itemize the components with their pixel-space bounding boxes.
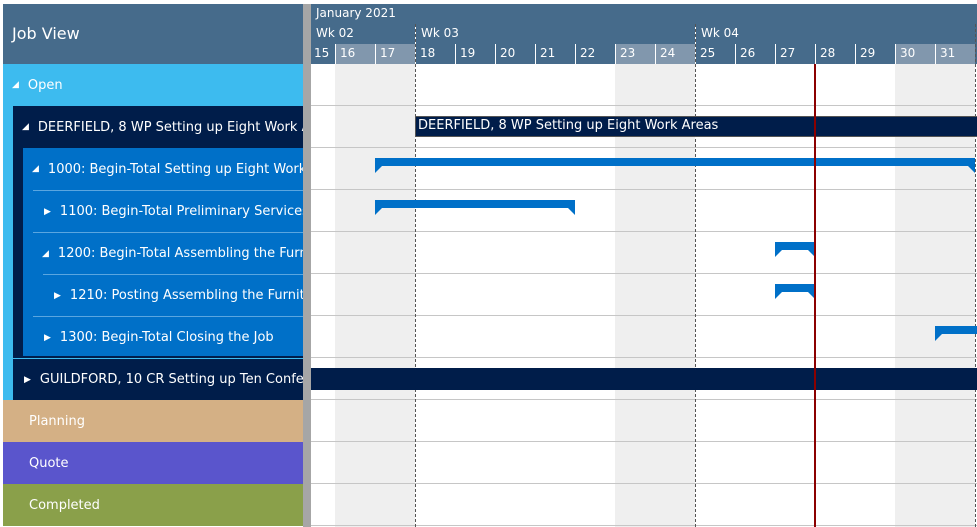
tree-row-planning[interactable]: Planning: [3, 400, 303, 442]
tree-row-completed[interactable]: Completed: [3, 484, 303, 526]
row-label: 1200: Begin-Total Assembling the Furnitu…: [57, 246, 303, 261]
collapse-icon[interactable]: ◢: [32, 164, 39, 174]
bar-end-marker: [968, 166, 975, 173]
row-gridline: [311, 357, 977, 358]
day-label: 29: [855, 44, 895, 64]
row-label: Quote: [29, 455, 69, 471]
tree-row-deerfield[interactable]: ◢ DEERFIELD, 8 WP Setting up Eight Work A…: [13, 106, 303, 148]
row-gridline: [311, 525, 977, 526]
row-label: 1300: Begin-Total Closing the Job: [59, 330, 274, 345]
day-label: 31: [935, 44, 975, 64]
tree-row-1300[interactable]: ▶ 1300: Begin-Total Closing the Job: [33, 316, 303, 358]
gantt-bar-1000[interactable]: [375, 158, 975, 166]
expand-icon[interactable]: ▶: [44, 207, 51, 217]
row-gridline: [311, 189, 977, 190]
day-label: 25: [695, 44, 735, 64]
bar-end-marker: [775, 292, 782, 299]
gantt-bar-deerfield[interactable]: DEERFIELD, 8 WP Setting up Eight Work Ar…: [415, 116, 977, 137]
row-label: Completed: [29, 497, 100, 513]
day-label: 19: [455, 44, 495, 64]
bar-end-marker: [375, 208, 382, 215]
tree-row-1210[interactable]: ▶ 1210: Posting Assembling the Furniture: [43, 274, 303, 316]
collapse-icon[interactable]: ◢: [22, 122, 29, 132]
week-divider: [415, 24, 416, 527]
tree-row-open[interactable]: ◢ Open: [3, 64, 303, 106]
row-label: 1000: Begin-Total Setting up Eight Work …: [47, 161, 303, 177]
row-gridline: [311, 105, 977, 106]
row-gridline: [311, 231, 977, 232]
gantt-bar-1100[interactable]: [375, 200, 575, 208]
row-gridline: [311, 147, 977, 148]
row-label: Planning: [29, 413, 85, 429]
day-label: 15: [314, 46, 330, 60]
week-label: Wk 04: [695, 24, 744, 44]
expand-icon[interactable]: ▶: [54, 291, 61, 301]
day-label: 23: [615, 44, 655, 64]
row-label: Open: [27, 77, 63, 93]
job-tree-panel: Job View ◢ Open ◢ DEERFIELD, 8 WP Setting …: [0, 0, 303, 527]
row-label: GUILDFORD, 10 CR Setting up Ten Conferen…: [39, 372, 303, 387]
tree-row-guildford[interactable]: ▶ GUILDFORD, 10 CR Setting up Ten Confere…: [13, 358, 303, 400]
expand-icon[interactable]: ▶: [44, 333, 51, 343]
day-label: 28: [815, 44, 855, 64]
day-label: 21: [535, 44, 575, 64]
row-label: 1100: Begin-Total Preliminary Services: [59, 204, 303, 219]
row-gridline: [311, 399, 977, 400]
week-label: Wk 02: [316, 26, 354, 40]
day-label: 16: [335, 44, 375, 64]
splitter[interactable]: [303, 4, 311, 527]
row-gridline: [311, 315, 977, 316]
gantt-bar-1200[interactable]: [775, 242, 815, 250]
day-label: 22: [575, 44, 615, 64]
gantt-bar-guildford[interactable]: [311, 368, 977, 390]
tree-row-quote[interactable]: Quote: [3, 442, 303, 484]
bar-end-marker: [375, 166, 382, 173]
tree-row-1100[interactable]: ▶ 1100: Begin-Total Preliminary Services: [33, 190, 303, 232]
gantt-bar-1210[interactable]: [775, 284, 815, 292]
bar-end-marker: [568, 208, 575, 215]
month-label: January 2021: [316, 6, 396, 20]
day-label: 24: [655, 44, 695, 64]
today-line: [814, 64, 816, 527]
panel-title: Job View: [3, 4, 303, 64]
collapse-icon[interactable]: ◢: [12, 80, 19, 90]
row-gridline: [311, 483, 977, 484]
timeline-header: January 2021 Wk 02 Wk 03 Wk 04 15 16 17 18 1…: [311, 4, 977, 64]
gantt-chart: January 2021 Wk 02 Wk 03 Wk 04 15 16 17 18 1…: [311, 4, 977, 527]
week-label: Wk 03: [415, 24, 464, 44]
tree-row-1000[interactable]: ◢ 1000: Begin-Total Setting up Eight Work…: [23, 148, 303, 190]
row-label: 1210: Posting Assembling the Furniture: [69, 288, 303, 303]
day-label: 17: [375, 44, 415, 64]
row-label: DEERFIELD, 8 WP Setting up Eight Work Ar…: [37, 119, 303, 135]
expand-icon[interactable]: ▶: [24, 375, 31, 385]
row-gridline: [311, 441, 977, 442]
day-label: 27: [775, 44, 815, 64]
weekend-shade: [335, 64, 415, 527]
week-divider: [975, 24, 976, 527]
gantt-bar-1300[interactable]: [935, 326, 977, 334]
bar-end-marker: [775, 250, 782, 257]
day-label: 30: [895, 44, 935, 64]
week-divider: [695, 24, 696, 527]
day-label: 26: [735, 44, 775, 64]
day-label: 20: [495, 44, 535, 64]
tree-row-1200[interactable]: ◢ 1200: Begin-Total Assembling the Furnit…: [33, 232, 303, 274]
collapse-icon[interactable]: ◢: [42, 249, 49, 259]
bar-end-marker: [935, 334, 942, 341]
day-label: 18: [415, 44, 455, 64]
row-gridline: [311, 273, 977, 274]
